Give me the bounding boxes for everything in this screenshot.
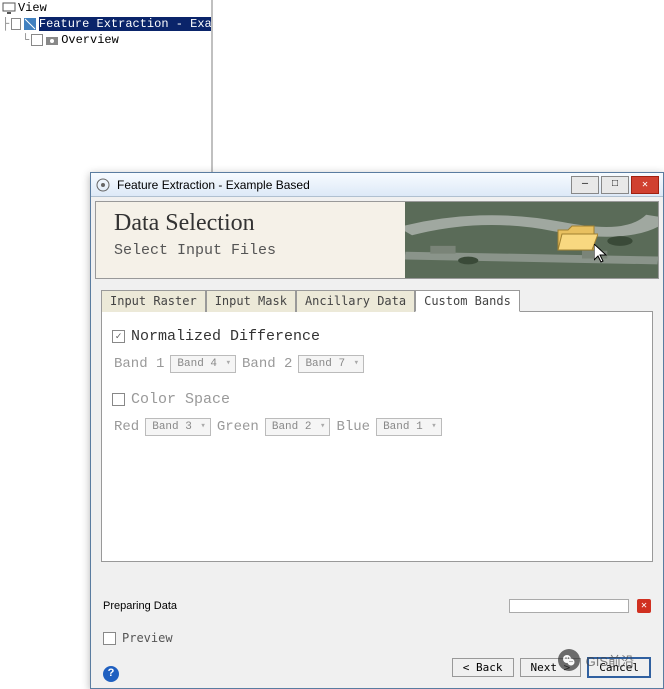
- tree-connector-icon: └: [22, 33, 29, 47]
- banner: Data Selection Select Input Files: [95, 201, 659, 279]
- close-button[interactable]: ✕: [631, 176, 659, 194]
- tree-item-overview[interactable]: └ Overview: [0, 32, 211, 48]
- maximize-button[interactable]: □: [601, 176, 629, 194]
- label-green: Green: [217, 419, 259, 435]
- tree-checkbox[interactable]: [11, 18, 21, 30]
- wechat-icon: [558, 649, 580, 671]
- titlebar[interactable]: Feature Extraction - Example Based — □ ✕: [91, 173, 663, 197]
- camera-icon: [45, 33, 59, 47]
- tab-custom-bands[interactable]: Custom Bands: [415, 290, 520, 312]
- tree-connector-icon: ├: [2, 17, 9, 31]
- tree-root[interactable]: View: [0, 0, 211, 16]
- checkbox-color-space[interactable]: [112, 393, 125, 406]
- tree-item-feature-extraction[interactable]: ├ Feature Extraction - Example Ba: [0, 16, 211, 32]
- tree-root-label: View: [18, 1, 47, 15]
- label-color-space: Color Space: [131, 391, 230, 408]
- tab-content: Normalized Difference Band 1 Band 4 Band…: [101, 312, 653, 562]
- layer-icon: [23, 17, 37, 31]
- tab-input-mask[interactable]: Input Mask: [206, 290, 296, 312]
- label-normalized-difference: Normalized Difference: [131, 328, 320, 345]
- tree-item-label: Feature Extraction - Example Ba: [39, 17, 211, 31]
- banner-subtitle: Select Input Files: [114, 242, 276, 259]
- combo-band1[interactable]: Band 4: [170, 355, 236, 373]
- combo-green[interactable]: Band 2: [265, 418, 331, 436]
- cursor-icon: [594, 244, 610, 264]
- tree-checkbox[interactable]: [31, 34, 43, 46]
- window-controls: — □ ✕: [571, 176, 659, 194]
- dialog-footer: Preparing Data ✕ Preview ? < Back Next >…: [91, 591, 663, 688]
- back-button[interactable]: < Back: [452, 658, 514, 677]
- app-icon: [95, 177, 111, 193]
- watermark-text: GIS前沿: [586, 651, 634, 670]
- label-band1: Band 1: [114, 356, 164, 372]
- help-icon[interactable]: ?: [103, 666, 119, 682]
- tab-strip: Input Raster Input Mask Ancillary Data C…: [101, 289, 653, 312]
- combo-red[interactable]: Band 3: [145, 418, 211, 436]
- banner-title: Data Selection: [114, 210, 255, 237]
- minimize-button[interactable]: —: [571, 176, 599, 194]
- tree-child-label: Overview: [61, 33, 119, 47]
- watermark: GIS前沿: [558, 649, 634, 671]
- combo-band2[interactable]: Band 7: [298, 355, 364, 373]
- dialog-feature-extraction: Feature Extraction - Example Based — □ ✕…: [90, 172, 664, 689]
- monitor-icon: [2, 1, 16, 15]
- aerial-image: [405, 202, 658, 278]
- checkbox-normalized-difference[interactable]: [112, 330, 125, 343]
- tab-ancillary-data[interactable]: Ancillary Data: [296, 290, 415, 312]
- label-band2: Band 2: [242, 356, 292, 372]
- label-blue: Blue: [336, 419, 370, 435]
- tab-input-raster[interactable]: Input Raster: [101, 290, 206, 312]
- error-icon[interactable]: ✕: [637, 599, 651, 613]
- progress-bar: [509, 599, 629, 613]
- combo-blue[interactable]: Band 1: [376, 418, 442, 436]
- label-red: Red: [114, 419, 139, 435]
- label-preview: Preview: [122, 631, 173, 645]
- checkbox-preview[interactable]: [103, 632, 116, 645]
- status-text: Preparing Data: [103, 600, 509, 612]
- dialog-title: Feature Extraction - Example Based: [117, 178, 571, 192]
- folder-open-icon: [554, 220, 598, 256]
